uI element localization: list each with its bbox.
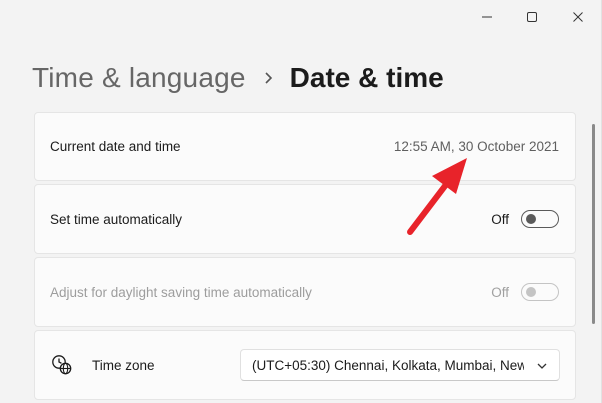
daylight-saving-card: Adjust for daylight saving time automati… — [34, 257, 576, 327]
toggle-knob — [526, 214, 536, 224]
chevron-right-icon — [264, 71, 274, 85]
maximize-icon — [527, 12, 537, 22]
toggle-knob — [526, 287, 536, 297]
set-time-automatically-label: Set time automatically — [50, 211, 183, 227]
time-zone-label: Time zone — [92, 357, 155, 373]
minimize-icon — [482, 16, 492, 18]
current-date-time-card: Current date and time 12:55 AM, 30 Octob… — [34, 112, 576, 181]
maximize-button[interactable] — [509, 0, 555, 34]
daylight-saving-label: Adjust for daylight saving time automati… — [50, 284, 312, 300]
time-zone-dropdown[interactable]: (UTC+05:30) Chennai, Kolkata, Mumbai, Ne… — [240, 349, 560, 381]
vertical-scrollbar[interactable] — [592, 124, 595, 324]
close-button[interactable] — [555, 0, 601, 34]
close-icon — [573, 12, 583, 22]
breadcrumb-parent-time-and-language[interactable]: Time & language — [32, 62, 246, 94]
daylight-saving-toggle-group: Off — [491, 283, 559, 301]
current-date-time-value: 12:55 AM, 30 October 2021 — [393, 139, 559, 154]
current-date-time-label: Current date and time — [50, 139, 181, 154]
daylight-saving-state: Off — [491, 284, 509, 300]
page-title: Date & time — [289, 62, 444, 93]
set-time-automatically-card: Set time automatically Off — [34, 184, 576, 254]
set-time-automatically-toggle-group: Off — [491, 210, 559, 228]
set-time-automatically-state: Off — [491, 211, 509, 227]
time-zone-icon — [51, 354, 73, 376]
daylight-saving-toggle[interactable] — [521, 283, 559, 301]
breadcrumb: Time & language Date & time — [32, 58, 444, 98]
time-zone-selected-value: (UTC+05:30) Chennai, Kolkata, Mumbai, Ne… — [252, 357, 524, 373]
minimize-button[interactable] — [464, 0, 510, 34]
settings-window: Time & language Date & time Current date… — [0, 0, 602, 403]
time-zone-card: Time zone (UTC+05:30) Chennai, Kolkata, … — [34, 330, 576, 400]
set-time-automatically-toggle[interactable] — [521, 210, 559, 228]
chevron-down-icon — [537, 356, 547, 374]
